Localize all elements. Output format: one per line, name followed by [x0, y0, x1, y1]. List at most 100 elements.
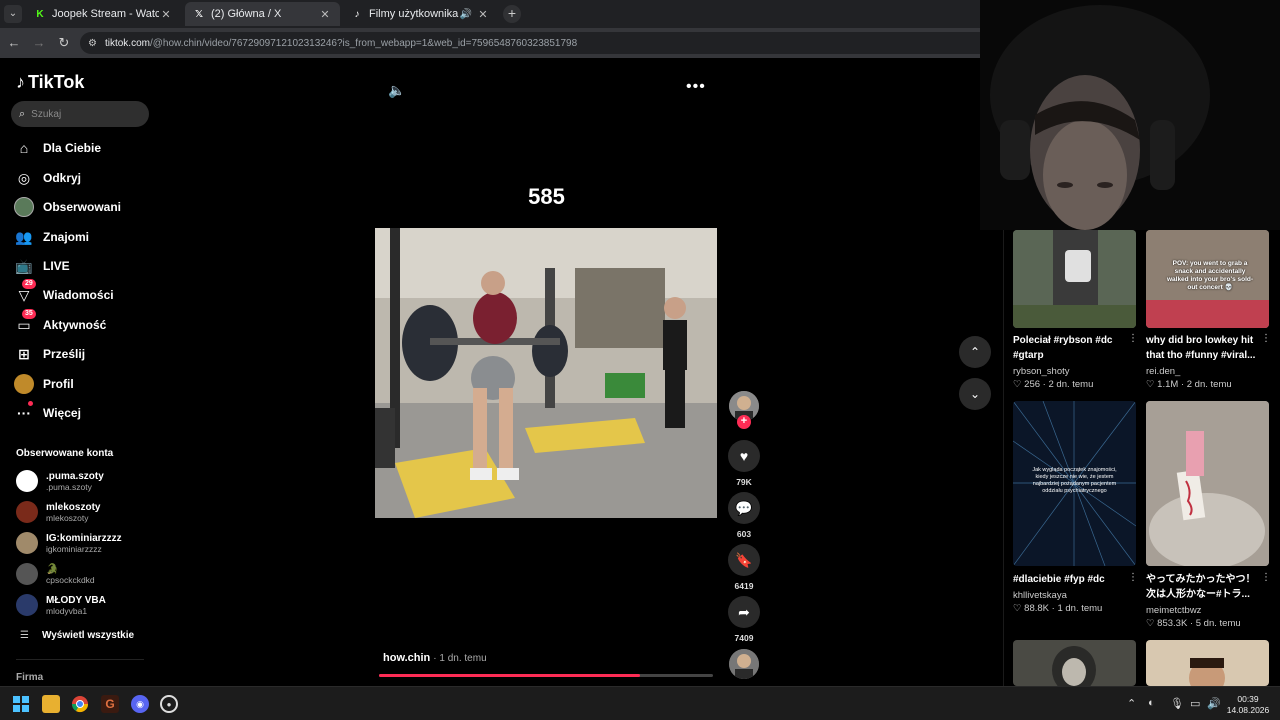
- discord-tray-icon[interactable]: ◐: [1148, 697, 1155, 709]
- follow-plus-button[interactable]: +: [737, 415, 751, 429]
- nav-przeslij[interactable]: ⊞ Prześlij: [14, 343, 85, 365]
- microphone-icon[interactable]: 🎙: [1170, 697, 1184, 710]
- obs-icon[interactable]: ●: [160, 695, 178, 713]
- x-icon: 𝕏: [194, 8, 204, 20]
- thumb-image: [1013, 640, 1136, 686]
- previous-video-button[interactable]: ⌃: [959, 336, 991, 368]
- video-progress-bar[interactable]: [379, 674, 713, 677]
- close-icon[interactable]: ✕: [159, 8, 173, 21]
- recommendation-thumbnail[interactable]: [1013, 640, 1136, 686]
- date: 1 dn. temu: [1057, 603, 1103, 614]
- windows-start-icon[interactable]: [12, 695, 30, 713]
- author-name[interactable]: how.chin: [383, 652, 430, 664]
- followed-account[interactable]: IG:kominiarzzzz igkominiarzzzz: [16, 532, 122, 554]
- close-icon[interactable]: ✕: [476, 8, 490, 21]
- game-launcher-icon[interactable]: G: [101, 695, 119, 713]
- card-more-icon[interactable]: ⋮: [1261, 333, 1271, 344]
- followed-account[interactable]: 🐊 cpsockckdkd: [16, 563, 95, 585]
- search-icon: ⌕: [19, 107, 26, 120]
- recommendation-title[interactable]: why did bro lowkey hit that tho #funny #…: [1146, 333, 1260, 363]
- tab-tiktok[interactable]: ♪ Filmy użytkownika hao che 🔊 ✕: [343, 2, 498, 26]
- recommendation-thumbnail[interactable]: POV: you went to grab a snack and accide…: [1146, 230, 1269, 328]
- nav-label: Obserwowani: [43, 200, 122, 214]
- show-all-button[interactable]: ☰ Wyświetl wszystkie: [20, 630, 134, 641]
- nav-wiecej[interactable]: ··· Więcej: [14, 401, 81, 424]
- recommendation-thumbnail[interactable]: [1146, 640, 1269, 686]
- back-icon[interactable]: ←: [5, 34, 23, 52]
- recommendation-thumbnail[interactable]: Jak wygląda początek znajomości, kiedy j…: [1013, 401, 1136, 566]
- system-clock[interactable]: 00:39 14.08.2026: [1222, 694, 1274, 716]
- card-more-icon[interactable]: ⋮: [1128, 333, 1138, 344]
- close-icon[interactable]: ✕: [318, 8, 332, 21]
- tab-x[interactable]: 𝕏 (2) Główna / X ✕: [185, 2, 340, 26]
- logo-text: TikTok: [28, 72, 85, 92]
- video-player[interactable]: [375, 228, 717, 518]
- tab-search-button[interactable]: ⌄: [4, 5, 22, 23]
- divider: [16, 659, 144, 660]
- file-explorer-icon[interactable]: [42, 695, 60, 713]
- tab-kick[interactable]: K Joopek Stream - Watch Live on ✕: [26, 2, 181, 26]
- more-options-icon[interactable]: •••: [686, 78, 706, 96]
- speaker-tray-icon[interactable]: 🔊: [1207, 697, 1221, 710]
- followed-account[interactable]: mlekoszoty mlekoszoty: [16, 501, 100, 523]
- recommendation-thumbnail[interactable]: [1146, 401, 1269, 566]
- recommendation-user[interactable]: rei.den_: [1146, 366, 1180, 377]
- nav-live[interactable]: 📺 LIVE: [14, 255, 69, 277]
- chrome-icon[interactable]: [71, 695, 89, 713]
- recommendation-user[interactable]: meimetctbwz: [1146, 605, 1201, 616]
- likes: 1.1M: [1157, 379, 1179, 390]
- nav-profil[interactable]: Profil: [14, 373, 74, 395]
- activity-badge: 35: [22, 309, 36, 319]
- recommendation-thumbnail[interactable]: [1013, 230, 1136, 328]
- recommendation-title[interactable]: Poleciał #rybson #dc #gtarp: [1013, 333, 1127, 363]
- reload-icon[interactable]: ↻: [55, 34, 73, 52]
- music-disc[interactable]: [729, 649, 759, 679]
- card-more-icon[interactable]: ⋮: [1261, 572, 1271, 583]
- thumb-image: [1146, 640, 1269, 686]
- url-field[interactable]: ⚙ tiktok.com /@how.chin/video/7672909712…: [80, 32, 980, 54]
- followed-account[interactable]: MŁODY VBA mlodyvba1: [16, 594, 106, 616]
- webcam-image: [980, 0, 1280, 230]
- recommendation-user[interactable]: khllivetskaya: [1013, 590, 1067, 601]
- card-more-icon[interactable]: ⋮: [1128, 572, 1138, 583]
- recommendation-title[interactable]: #dlaciebie #fyp #dc: [1013, 572, 1127, 587]
- next-video-button[interactable]: ⌄: [959, 378, 991, 410]
- likes: 853.3K: [1157, 618, 1188, 629]
- new-tab-button[interactable]: +: [503, 5, 521, 23]
- nav-znajomi[interactable]: 👥 Znajomi: [14, 226, 89, 248]
- save-button[interactable]: 🔖: [728, 544, 760, 576]
- nav-obserwowani[interactable]: Obserwowani: [14, 196, 121, 218]
- recommendation-title[interactable]: やってみたかったやつ！次は人形かなー#トラ...: [1146, 572, 1260, 602]
- account-user: mlodyvba1: [46, 605, 88, 616]
- nav-odkryj[interactable]: ◎ Odkryj: [14, 167, 81, 189]
- comment-count: 603: [736, 529, 752, 539]
- share-button[interactable]: ➦: [728, 596, 760, 628]
- volume-icon[interactable]: 🔈: [388, 82, 405, 99]
- network-icon[interactable]: ▭: [1190, 697, 1200, 710]
- more-dots-icon: ···: [14, 401, 34, 423]
- recommendation-user[interactable]: rybson_shoty: [1013, 366, 1070, 377]
- heart-outline-icon: ♡: [1146, 618, 1155, 629]
- account-name: .puma.szoty: [46, 470, 104, 482]
- nav-aktywnosc[interactable]: ▭ 35 Aktywność: [14, 309, 106, 336]
- nav-label: Więcej: [43, 406, 81, 420]
- discord-icon[interactable]: ◉: [131, 695, 149, 713]
- speaker-icon[interactable]: 🔊: [460, 9, 472, 20]
- comment-button[interactable]: 💬: [728, 492, 760, 524]
- forward-icon[interactable]: →: [30, 34, 48, 52]
- avatar: [16, 594, 38, 616]
- url-path: /@how.chin/video/7672909712102313246?is_…: [149, 37, 578, 49]
- upload-icon: ⊞: [18, 345, 30, 362]
- site-info-icon[interactable]: ⚙: [88, 38, 97, 49]
- like-button[interactable]: ♥: [728, 440, 760, 472]
- followed-account[interactable]: .puma.szoty .puma.szoty: [16, 470, 104, 492]
- activity-icon: ▭ 35: [14, 309, 36, 335]
- date: 2 dn. temu: [1048, 379, 1094, 390]
- tab-title: (2) Główna / X: [211, 8, 282, 20]
- tiktok-logo[interactable]: ♪ TikTok: [16, 72, 84, 93]
- search-input[interactable]: ⌕ Szukaj: [11, 101, 149, 127]
- show-hidden-icons[interactable]: ⌃: [1127, 697, 1136, 710]
- nav-wiadomosci[interactable]: ▽ 29 Wiadomości: [14, 279, 114, 306]
- footer-firma[interactable]: Firma: [16, 672, 43, 683]
- nav-dla-ciebie[interactable]: ⌂ Dla Ciebie: [14, 137, 101, 159]
